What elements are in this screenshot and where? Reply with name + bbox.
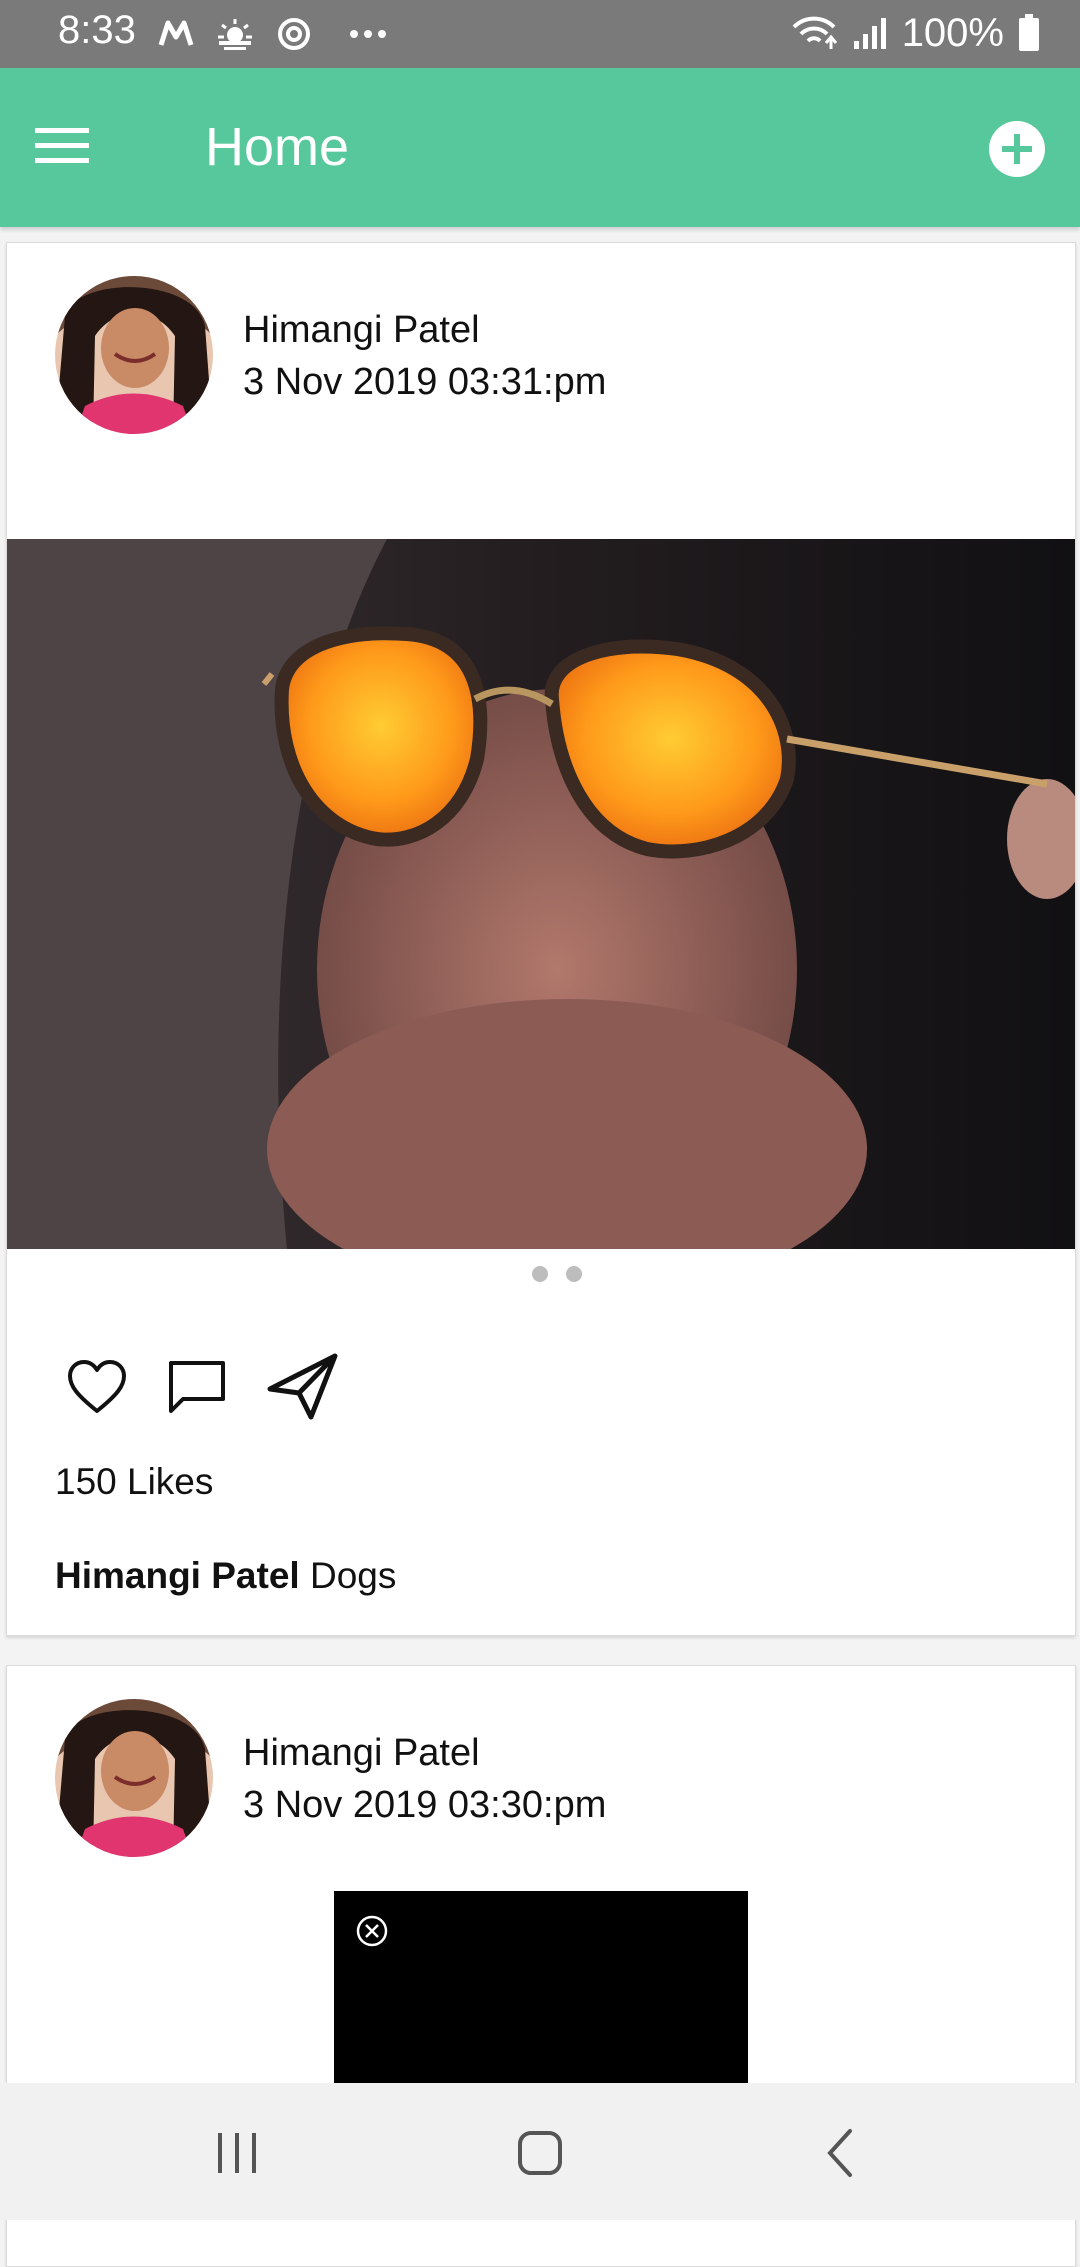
post-author[interactable]: Himangi Patel	[243, 1732, 480, 1775]
caption-text: Dogs	[299, 1555, 397, 1596]
battery-percent: 100%	[901, 10, 1004, 55]
post-author[interactable]: Himangi Patel	[243, 309, 480, 352]
comment-icon[interactable]	[167, 1359, 227, 1415]
send-icon[interactable]	[267, 1353, 339, 1421]
more-icon	[350, 30, 386, 38]
system-nav-bar	[0, 2083, 1080, 2220]
back-icon[interactable]	[812, 2123, 872, 2183]
video-player[interactable]	[334, 1891, 748, 2091]
sync-icon	[278, 18, 310, 50]
avatar[interactable]	[55, 276, 213, 434]
carousel-dot[interactable]	[566, 1266, 582, 1282]
signal-icon	[853, 18, 886, 49]
close-icon[interactable]	[356, 1915, 388, 1947]
recent-apps-icon[interactable]	[208, 2123, 268, 2183]
post-caption: Himangi Patel Dogs	[55, 1555, 396, 1597]
page-title: Home	[205, 117, 350, 177]
likes-count[interactable]: 150 Likes	[55, 1461, 213, 1503]
add-circle-icon[interactable]	[988, 120, 1046, 178]
home-icon[interactable]	[510, 2123, 570, 2183]
weather-icon	[218, 19, 252, 50]
post-date: 3 Nov 2019 03:30:pm	[243, 1784, 607, 1826]
post-card: Himangi Patel 3 Nov 2019 03:31:pm 150 Li…	[6, 242, 1076, 1636]
caption-author[interactable]: Himangi Patel	[55, 1555, 300, 1596]
status-time: 8:33	[58, 8, 136, 52]
heart-icon[interactable]	[67, 1359, 127, 1415]
m-icon	[158, 20, 194, 46]
app-bar: Home	[0, 68, 1080, 227]
menu-icon[interactable]	[35, 126, 89, 166]
post-date: 3 Nov 2019 03:31:pm	[243, 361, 607, 403]
post-image[interactable]	[7, 539, 1075, 1249]
avatar[interactable]	[55, 1699, 213, 1857]
carousel-dot[interactable]	[532, 1266, 548, 1282]
battery-icon	[1019, 14, 1039, 51]
status-bar: 8:33 100%	[0, 0, 1080, 68]
carousel-indicator	[532, 1266, 582, 1282]
wifi-icon	[792, 16, 837, 49]
